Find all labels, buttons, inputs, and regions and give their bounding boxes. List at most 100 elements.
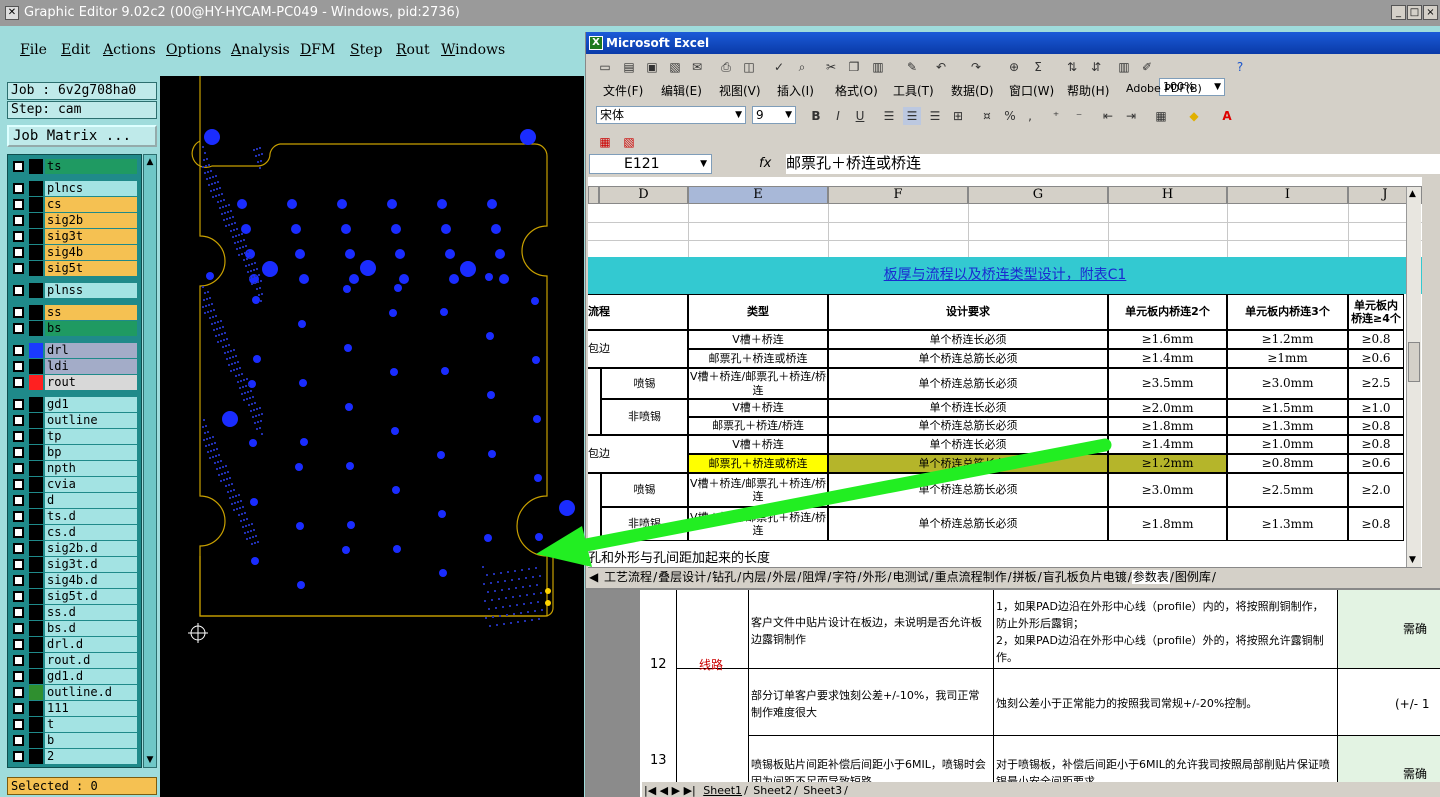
layer-name[interactable]: cvia [45, 477, 137, 492]
layer-row-19[interactable]: d [11, 493, 137, 508]
menu-edit[interactable]: 编辑(E) [661, 82, 702, 99]
cell-c4[interactable]: ≥2.5 [1348, 368, 1404, 399]
scroll-up-icon[interactable]: ▲ [1409, 189, 1416, 199]
cell-c3[interactable]: ≥1.3mm [1227, 507, 1348, 541]
undo-icon[interactable]: ↶ [932, 58, 950, 76]
cell-c2[interactable]: ≥1.4mm [1108, 435, 1227, 454]
layer-name[interactable]: d [45, 493, 137, 508]
cell-c3[interactable]: ≥0.8mm [1227, 454, 1348, 473]
cell-c3[interactable]: ≥3.0mm [1227, 368, 1348, 399]
layer-row-1[interactable]: plncs [11, 181, 137, 196]
menu-window[interactable]: 窗口(W) [1009, 82, 1054, 99]
cell-c4[interactable]: ≥0.8 [1348, 507, 1404, 541]
layer-row-18[interactable]: cvia [11, 477, 137, 492]
email-icon[interactable]: ✉ [688, 58, 706, 76]
cell-c4[interactable]: ≥0.6 [1348, 349, 1404, 368]
layer-checkbox[interactable] [13, 495, 24, 506]
preview-icon[interactable]: ◫ [740, 58, 758, 76]
layer-row-17[interactable]: npth [11, 461, 137, 476]
layer-name[interactable]: drl [45, 343, 137, 358]
sheet-tab[interactable]: 内层 [741, 570, 767, 584]
new-icon[interactable]: ▭ [596, 58, 614, 76]
layer-name[interactable]: sig4b [45, 245, 137, 260]
layer-name[interactable]: ldi [45, 359, 137, 374]
menu-help[interactable]: 帮助(H) [1067, 82, 1109, 99]
layer-name[interactable]: gd1.d [45, 669, 137, 684]
layer-row-4[interactable]: sig3t [11, 229, 137, 244]
layer-checkbox[interactable] [13, 399, 24, 410]
layer-row-34[interactable]: b [11, 733, 137, 748]
cell-req[interactable]: 单个桥连长必须 [828, 399, 1108, 417]
layer-checkbox[interactable] [13, 559, 24, 570]
layer-checkbox[interactable] [13, 415, 24, 426]
cell-type[interactable]: 邮票孔＋桥连或桥连 [688, 349, 828, 368]
cell-c4[interactable]: ≥0.8 [1348, 435, 1404, 454]
pdf-icon[interactable]: ▦ [596, 133, 614, 151]
col-header-d[interactable]: D [599, 186, 688, 204]
layer-name[interactable]: outline.d [45, 685, 137, 700]
sheet-tab[interactable]: 工艺流程 [603, 570, 653, 584]
layer-row-21[interactable]: cs.d [11, 525, 137, 540]
layer-name[interactable]: npth [45, 461, 137, 476]
decrease-decimal-icon[interactable]: ⁻ [1070, 107, 1088, 125]
layer-name[interactable]: sig2b [45, 213, 137, 228]
layer-name[interactable]: plncs [45, 181, 137, 196]
layer-row-35[interactable]: 2 [11, 749, 137, 764]
menu-windows[interactable]: Windows [441, 42, 505, 58]
cell-c3[interactable]: ≥1.0mm [1227, 435, 1348, 454]
layer-name[interactable]: cs [45, 197, 137, 212]
close-button[interactable]: × [1423, 5, 1438, 20]
align-left-icon[interactable]: ☰ [880, 107, 898, 125]
sheet-tab[interactable]: 拼板 [1012, 570, 1038, 584]
layer-checkbox[interactable] [13, 607, 24, 618]
col-header-g[interactable]: G [968, 186, 1108, 204]
currency-icon[interactable]: ¤ [978, 107, 996, 125]
formula-bar[interactable]: 邮票孔＋桥连或桥连 [786, 154, 1440, 174]
layer-row-26[interactable]: ss.d [11, 605, 137, 620]
menu-view[interactable]: 视图(V) [719, 82, 761, 99]
cell-c3[interactable]: ≥1.2mm [1227, 330, 1348, 349]
sheet-tab[interactable]: 图例库 [1174, 570, 1212, 584]
layer-checkbox[interactable] [13, 263, 24, 274]
layer-row-7[interactable]: plnss [11, 283, 137, 298]
cell-c4[interactable]: ≥0.8 [1348, 417, 1404, 435]
layer-checkbox[interactable] [13, 591, 24, 602]
scroll-up-icon[interactable]: ▲ [145, 157, 155, 167]
cell-c4[interactable]: ≥0.6 [1348, 454, 1404, 473]
italic-icon[interactable]: I [829, 107, 847, 125]
pcb-canvas[interactable] [160, 76, 584, 797]
menu-data[interactable]: 数据(D) [951, 82, 994, 99]
sort-asc-icon[interactable]: ⇅ [1063, 58, 1081, 76]
menu-insert[interactable]: 插入(I) [777, 82, 814, 99]
pdf-mail-icon[interactable]: ▧ [620, 133, 638, 151]
layer-row-32[interactable]: 111 [11, 701, 137, 716]
layer-row-20[interactable]: ts.d [11, 509, 137, 524]
save-icon[interactable]: ▣ [643, 58, 661, 76]
cell-req[interactable]: 单个桥连总筋长必须 [828, 349, 1108, 368]
layer-row-9[interactable]: bs [11, 321, 137, 336]
name-box[interactable]: E121 ▼ [589, 154, 712, 174]
copy-icon[interactable]: ❐ [845, 58, 863, 76]
layer-name[interactable]: gd1 [45, 397, 137, 412]
sheet-tab[interactable]: 参数表 [1131, 570, 1170, 584]
layer-row-23[interactable]: sig3t.d [11, 557, 137, 572]
layer-name[interactable]: plnss [45, 283, 137, 298]
sheet-tab[interactable]: 重点流程制作 [934, 570, 1008, 584]
sheet-tab[interactable]: 阻焊 [801, 570, 827, 584]
sheet-tab[interactable]: 盲孔板负片电镀 [1042, 570, 1128, 584]
paste-icon[interactable]: ▥ [869, 58, 887, 76]
layer-checkbox[interactable] [13, 639, 24, 650]
cell-c3[interactable]: ≥2.5mm [1227, 473, 1348, 507]
tab-scroll-icon[interactable]: ◀ [588, 570, 603, 584]
menu-dfm[interactable]: DFM [300, 42, 335, 58]
scroll-down-icon[interactable]: ▼ [1409, 555, 1416, 565]
layer-name[interactable]: rout.d [45, 653, 137, 668]
col-header-h[interactable]: H [1108, 186, 1227, 204]
cell-c2[interactable]: ≥3.0mm [1108, 473, 1227, 507]
sheet-tab[interactable]: 钻孔 [711, 570, 737, 584]
cell-req[interactable]: 单个桥连长必须 [828, 435, 1108, 454]
layer-row-31[interactable]: outline.d [11, 685, 137, 700]
menu-step[interactable]: Step [350, 42, 382, 58]
layer-checkbox[interactable] [13, 479, 24, 490]
layer-row-16[interactable]: bp [11, 445, 137, 460]
